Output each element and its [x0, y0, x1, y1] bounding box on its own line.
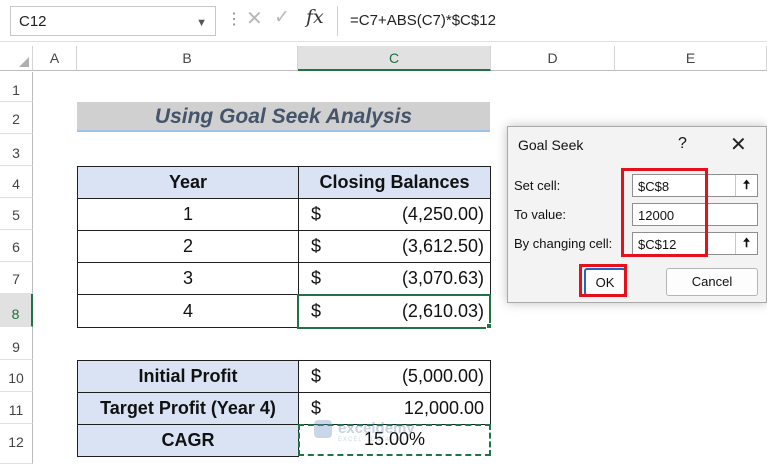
balance-value: (3,612.50): [401, 236, 484, 256]
table-row-year[interactable]: 1: [77, 198, 299, 231]
currency-symbol: $: [311, 236, 322, 256]
target-profit-label[interactable]: Target Profit (Year 4): [77, 392, 299, 425]
table-row-year[interactable]: 4: [77, 294, 299, 328]
row-header-8[interactable]: 8: [0, 294, 33, 327]
table-row-balance[interactable]: $ (3,612.50): [298, 230, 491, 263]
collapse-dialog-icon[interactable]: 🠅: [735, 233, 757, 254]
balance-value: (3,070.63): [401, 268, 484, 288]
column-header-e[interactable]: E: [615, 46, 767, 71]
currency-symbol: $: [311, 366, 322, 386]
watermark-logo: exceldemy EXCEL · DATA · BI: [314, 418, 464, 443]
changing-cell-label: By changing cell:: [514, 236, 613, 251]
row-header-10[interactable]: 10: [0, 360, 33, 392]
currency-symbol: $: [311, 204, 322, 224]
row-header-12[interactable]: 12: [0, 424, 33, 464]
currency-symbol: $: [311, 268, 322, 288]
row-header-4[interactable]: 4: [0, 166, 33, 198]
balance-value: (4,250.00): [401, 204, 484, 224]
column-header-a[interactable]: A: [33, 46, 77, 71]
column-header-c[interactable]: C: [298, 46, 491, 71]
title-cell[interactable]: Using Goal Seek Analysis: [77, 102, 490, 132]
function-icon[interactable]: fx: [306, 6, 324, 28]
initial-profit-label[interactable]: Initial Profit: [77, 360, 299, 393]
select-all-corner[interactable]: [0, 46, 33, 71]
cancel-x-icon[interactable]: ✕: [246, 6, 263, 31]
name-box[interactable]: C12 ▼: [10, 6, 216, 36]
watermark-name: exceldemy: [338, 420, 415, 437]
close-icon[interactable]: ✕: [730, 132, 747, 157]
formula-input[interactable]: =C7+ABS(C7)*$C$12: [337, 6, 767, 36]
row-header-5[interactable]: 5: [0, 198, 33, 230]
help-icon[interactable]: ?: [678, 135, 687, 153]
row-header-9[interactable]: 9: [0, 327, 33, 360]
row-header-1[interactable]: 1: [0, 72, 33, 102]
name-box-value: C12: [19, 13, 47, 30]
chevron-down-icon[interactable]: ▼: [196, 17, 207, 29]
formula-text: =C7+ABS(C7)*$C$12: [350, 12, 496, 29]
to-value-label: To value:: [514, 207, 567, 222]
highlight-box-ok: [579, 264, 627, 297]
cagr-label[interactable]: CAGR: [77, 424, 299, 457]
select-all-triangle: [19, 57, 29, 67]
table-row-balance[interactable]: $ (4,250.00): [298, 198, 491, 231]
collapse-dialog-icon[interactable]: 🠅: [735, 175, 757, 196]
row-header-3[interactable]: 3: [0, 134, 33, 166]
row-header-2[interactable]: 2: [0, 102, 33, 134]
row-header-6[interactable]: 6: [0, 230, 33, 262]
dialog-title: Goal Seek: [518, 137, 584, 153]
row-header-7[interactable]: 7: [0, 262, 33, 294]
watermark-icon: [314, 420, 332, 438]
row-header-11[interactable]: 11: [0, 392, 33, 424]
checkmark-icon[interactable]: ✓: [274, 6, 290, 29]
cancel-button[interactable]: Cancel: [666, 268, 758, 296]
year-header[interactable]: Year: [77, 166, 299, 199]
initial-profit-value: (5,000.00): [401, 366, 484, 386]
highlight-box-inputs: [621, 168, 708, 257]
closing-balances-header[interactable]: Closing Balances: [298, 166, 491, 199]
formula-bar: C12 ▼ ⋮ ✕ ✓ fx =C7+ABS(C7)*$C$12: [0, 0, 767, 42]
active-cell-selection: [297, 294, 491, 329]
initial-profit-cell[interactable]: $ (5,000.00): [298, 360, 491, 393]
table-row-year[interactable]: 2: [77, 230, 299, 263]
fill-handle[interactable]: [486, 323, 492, 329]
column-header-d[interactable]: D: [491, 46, 615, 71]
page-title: Using Goal Seek Analysis: [154, 105, 413, 128]
set-cell-label: Set cell:: [514, 178, 561, 193]
column-header-b[interactable]: B: [77, 46, 298, 71]
table-row-balance[interactable]: $ (3,070.63): [298, 262, 491, 295]
watermark-tagline: EXCEL · DATA · BI: [338, 437, 406, 443]
formula-bar-splitter[interactable]: ⋮: [226, 9, 242, 29]
table-row-year[interactable]: 3: [77, 262, 299, 295]
